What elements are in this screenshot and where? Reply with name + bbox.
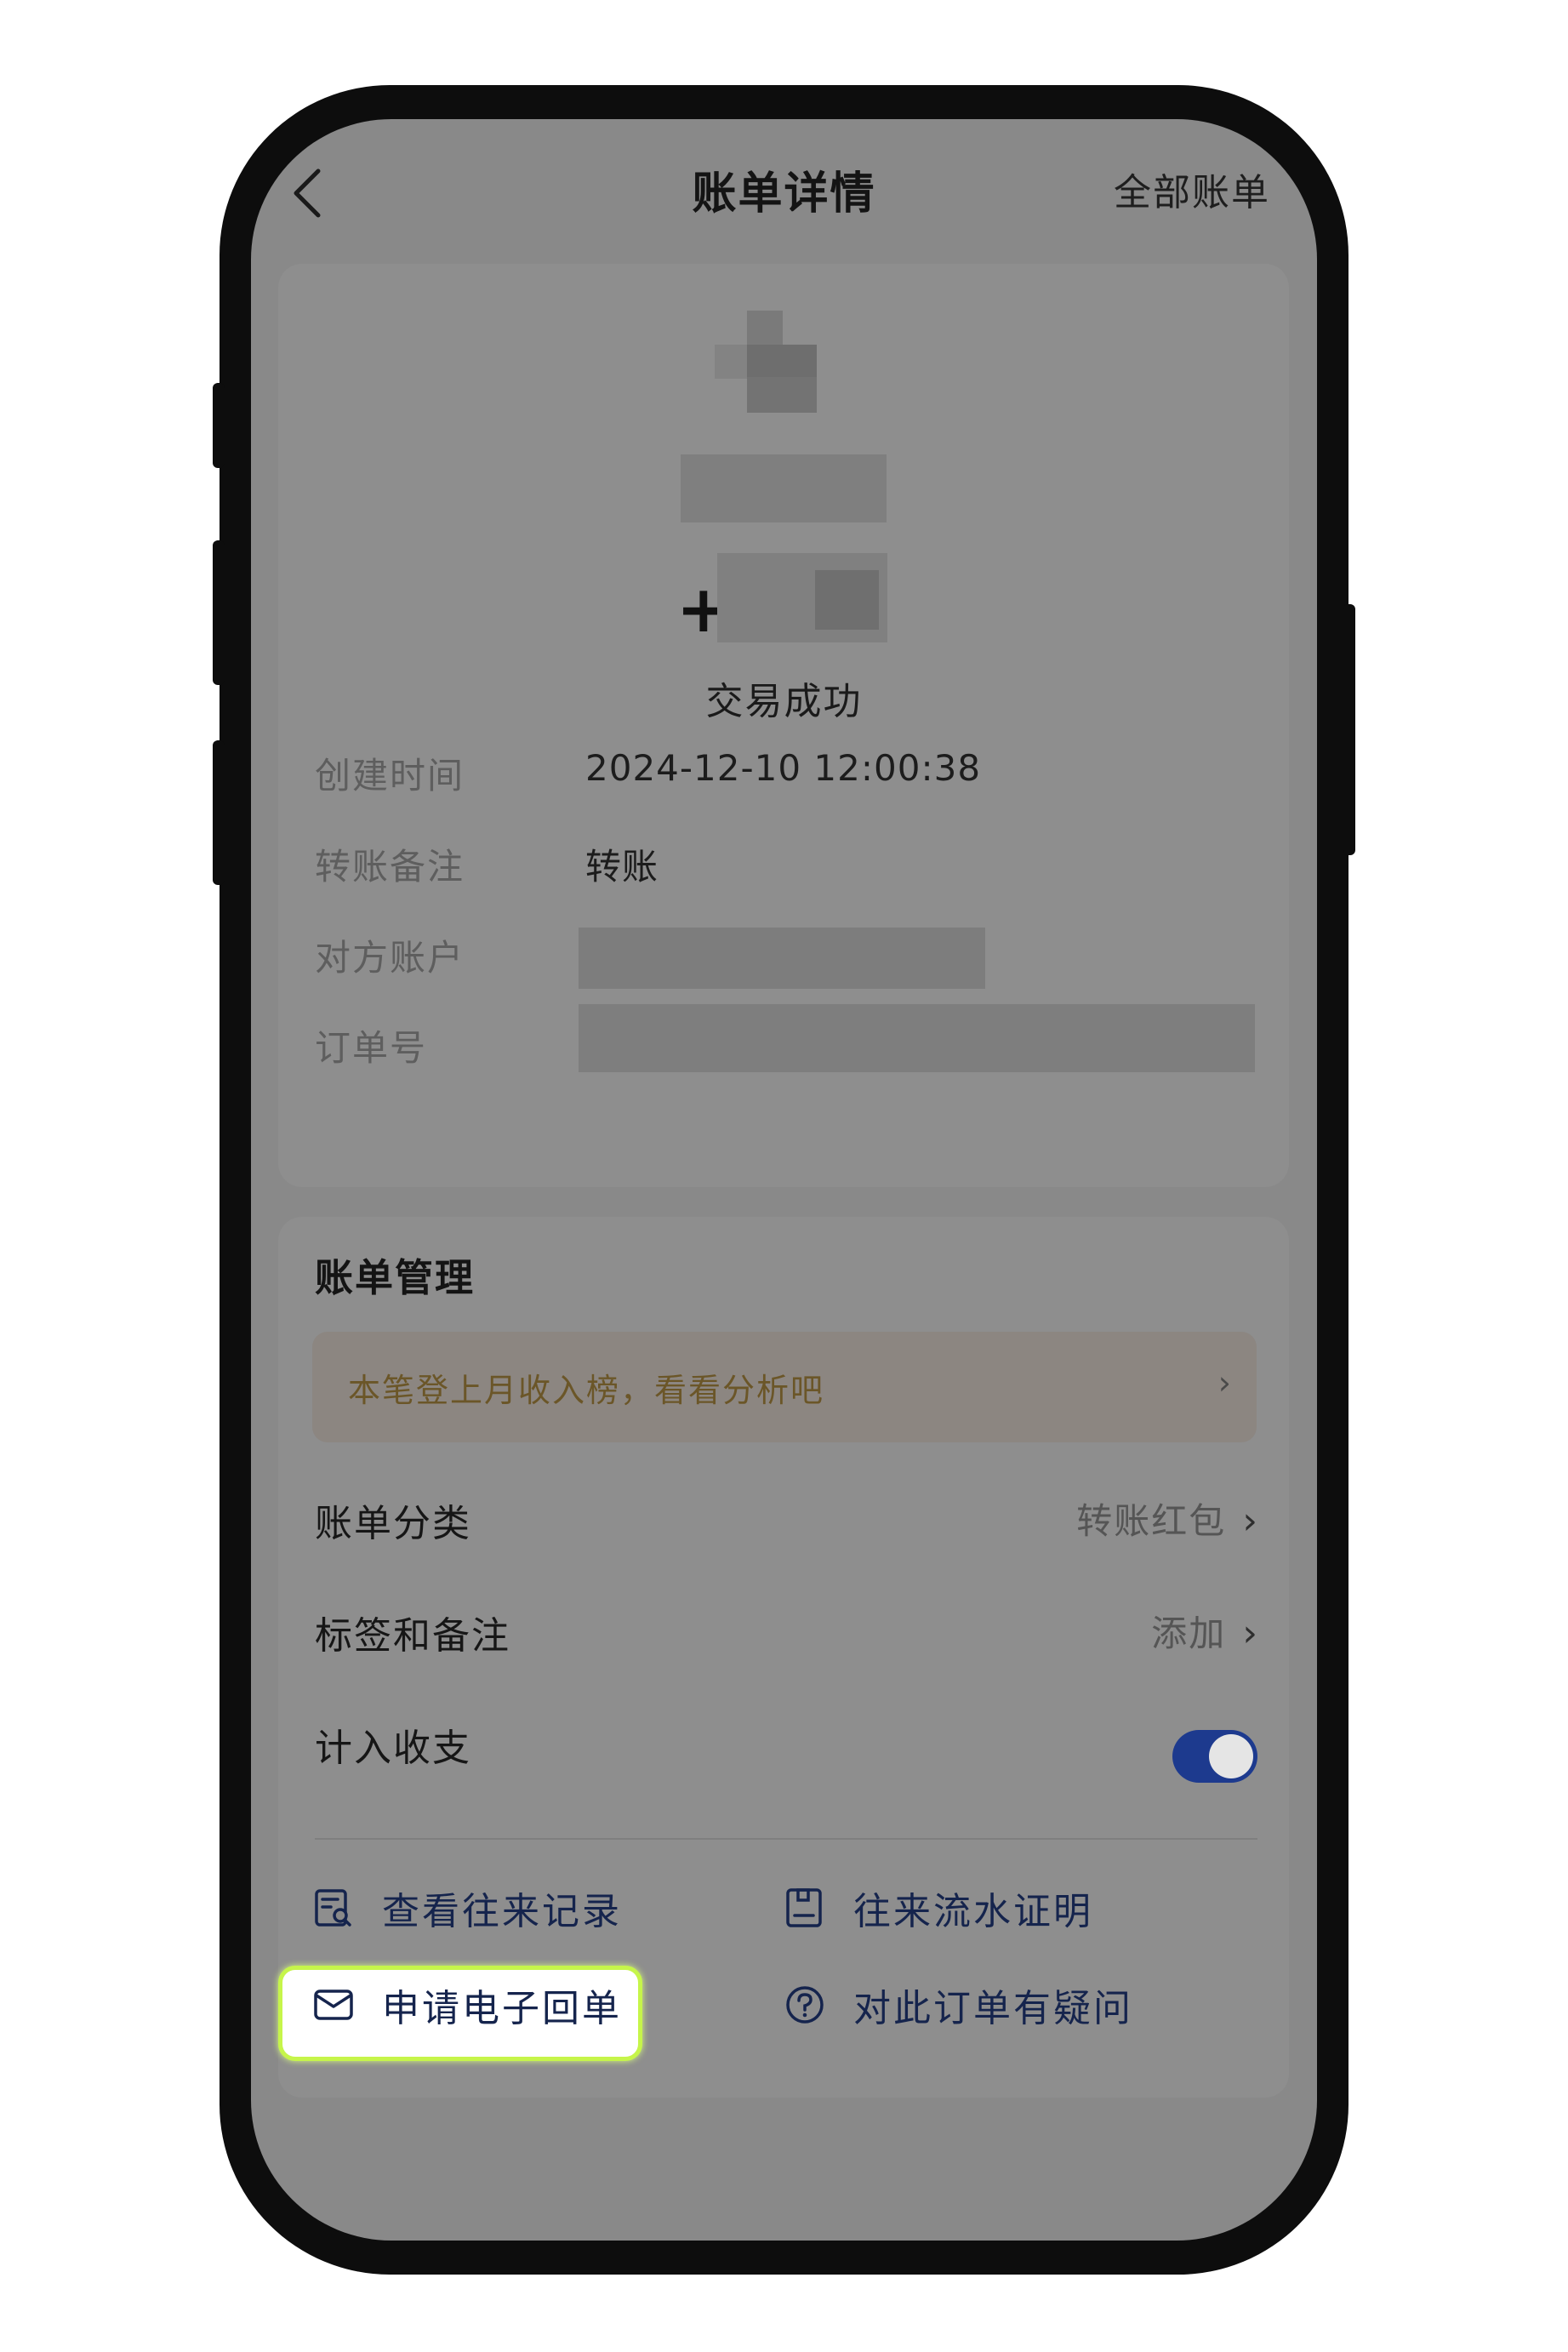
side-button-volume-up <box>213 540 225 685</box>
chevron-right-icon: › <box>1217 1364 1231 1401</box>
category-value: 转账红包 <box>1076 1500 1227 1542</box>
apply-e-receipt-text: 申请电子回单 <box>382 1987 622 2030</box>
screen: 账单详情 全部账单 + 交易成功 创建时间 2024-12-10 12:00:3… <box>251 119 1317 2241</box>
detail-value-remark: 转账 <box>585 846 659 888</box>
view-records-text: 查看往来记录 <box>382 1890 622 1933</box>
section-title-bill-management: 账单管理 <box>315 1255 476 1300</box>
include-income-toggle[interactable] <box>1172 1730 1257 1783</box>
order-question-text: 对此订单有疑问 <box>853 1987 1133 2030</box>
income-ranking-banner[interactable]: 本笔登上月收入榜，看看分析吧 › <box>312 1332 1257 1442</box>
detail-label-counterpart-account: 对方账户 <box>315 937 465 979</box>
avatar <box>715 311 817 413</box>
detail-label-create-time: 创建时间 <box>315 755 465 796</box>
apply-e-receipt-button[interactable]: 申请电子回单 <box>312 1978 622 2032</box>
detail-value-order-number <box>579 1004 1255 1072</box>
tags-label: 标签和备注 <box>315 1614 510 1658</box>
chevron-right-icon: › <box>1242 1499 1257 1543</box>
category-label: 账单分类 <box>315 1502 471 1545</box>
side-button-mute <box>213 383 225 468</box>
document-search-icon <box>315 1889 351 1927</box>
include-income-label: 计入收支 <box>315 1727 471 1770</box>
divider <box>315 1838 1257 1840</box>
question-circle-icon <box>786 1986 824 2024</box>
banner-text: 本笔登上月收入榜，看看分析吧 <box>348 1372 825 1409</box>
envelope-icon <box>314 1989 353 2020</box>
detail-label-remark: 转账备注 <box>315 846 465 888</box>
chevron-right-icon: › <box>1242 1612 1257 1655</box>
toggle-knob <box>1209 1734 1253 1778</box>
transaction-proof-link[interactable]: 往来流水证明 <box>784 1881 1093 1935</box>
phone-frame: 账单详情 全部账单 + 交易成功 创建时间 2024-12-10 12:00:3… <box>213 85 1355 2275</box>
tags-row-action[interactable]: 添加 › <box>1151 1605 1257 1657</box>
detail-value-create-time: 2024-12-10 12:00:38 <box>585 747 982 789</box>
transaction-status: 交易成功 <box>705 680 863 723</box>
category-row-action[interactable]: 转账红包 › <box>1076 1493 1257 1544</box>
transaction-proof-text: 往来流水证明 <box>853 1890 1093 1933</box>
all-bills-link[interactable]: 全部账单 <box>1114 162 1270 216</box>
counterpart-name <box>681 454 887 522</box>
tags-value: 添加 <box>1151 1613 1227 1654</box>
side-button-volume-down <box>213 740 225 885</box>
order-question-link[interactable]: 对此订单有疑问 <box>784 1978 1133 2032</box>
detail-value-counterpart-account <box>579 928 985 989</box>
certificate-icon <box>786 1888 822 1927</box>
view-records-link[interactable]: 查看往来记录 <box>312 1881 622 1935</box>
side-button-power <box>1343 604 1355 855</box>
detail-label-order-number: 订单号 <box>315 1027 428 1069</box>
amount-value <box>717 553 887 642</box>
